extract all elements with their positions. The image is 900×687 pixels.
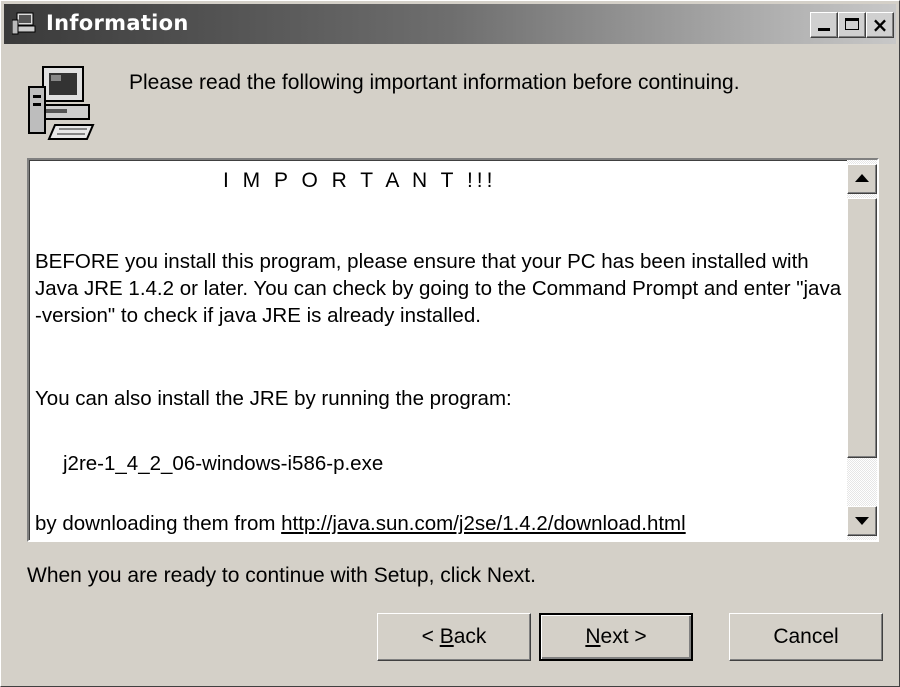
- header-instruction: Please read the following important info…: [129, 71, 740, 94]
- computer-setup-icon: [28, 66, 95, 140]
- minimize-button[interactable]: [810, 12, 838, 38]
- download-text: by downloading them from http://java.sun…: [35, 510, 686, 537]
- jre-install-text: You can also install the JRE by running …: [35, 387, 512, 410]
- important-heading: I M P O R T A N T !!!: [223, 169, 497, 192]
- information-textbox[interactable]: I M P O R T A N T !!! BEFORE you install…: [27, 158, 879, 542]
- continue-instruction: When you are ready to continue with Setu…: [27, 564, 536, 587]
- maximize-button[interactable]: [838, 12, 866, 38]
- next-label: ext >: [600, 625, 647, 648]
- next-button[interactable]: Next >: [539, 613, 693, 661]
- back-prefix: <: [421, 625, 440, 648]
- jre-filename: j2re-1_4_2_06-windows-i586-p.exe: [63, 452, 384, 475]
- information-dialog: Information × Please read the following …: [0, 0, 900, 687]
- setup-icon: [12, 12, 36, 35]
- scroll-down-button[interactable]: [847, 506, 877, 536]
- minimize-icon: [818, 28, 830, 31]
- window-title: Information: [46, 11, 189, 35]
- back-label: ack: [453, 625, 487, 648]
- next-accelerator: N: [585, 625, 601, 648]
- vertical-scrollbar[interactable]: [847, 160, 877, 540]
- maximize-icon: [845, 18, 859, 30]
- download-prefix: by downloading them from: [35, 512, 282, 535]
- cancel-button[interactable]: Cancel: [729, 613, 883, 661]
- scroll-thumb[interactable]: [847, 198, 877, 458]
- scroll-up-button[interactable]: [847, 164, 877, 194]
- back-button[interactable]: < Back: [377, 613, 531, 661]
- title-bar[interactable]: Information ×: [4, 4, 896, 44]
- download-link[interactable]: http://java.sun.com/j2se/1.4.2/download.…: [281, 512, 686, 535]
- close-icon: ×: [871, 13, 889, 37]
- back-accelerator: B: [439, 625, 454, 648]
- arrow-up-icon: [855, 174, 869, 182]
- install-requirement-text: BEFORE you install this program, please …: [35, 250, 842, 327]
- arrow-down-icon: [855, 517, 869, 525]
- close-button[interactable]: ×: [866, 12, 894, 38]
